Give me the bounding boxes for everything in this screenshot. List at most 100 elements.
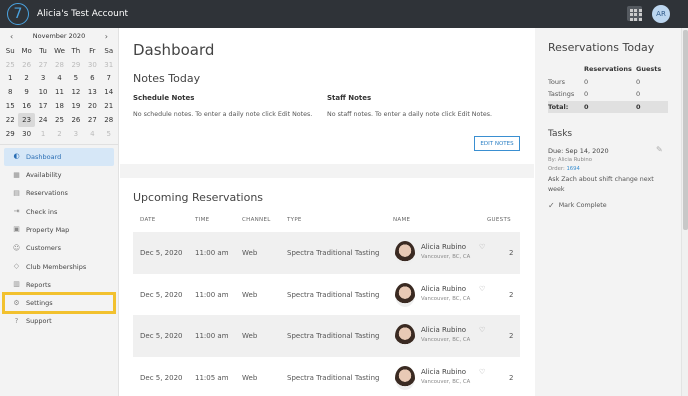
- main-content: Dashboard Notes Today Schedule Notes No …: [120, 28, 534, 396]
- calendar-day[interactable]: 25: [51, 113, 67, 127]
- reservation-guests: 2: [509, 249, 514, 257]
- reservation-type: Spectra Traditional Tasting: [287, 249, 380, 257]
- weekday-label: We: [54, 46, 65, 55]
- calendar-day[interactable]: 8: [2, 85, 18, 99]
- reservation-type: Spectra Traditional Tasting: [287, 374, 380, 382]
- calendar-day[interactable]: 27: [35, 58, 51, 72]
- reservation-row[interactable]: Dec 5, 2020 11:00 am Web Spectra Traditiona…: [133, 232, 520, 274]
- sidebar-nav: ◐ Dashboard ▦ Availability ▤ Reservations ⇥ Che…: [0, 143, 118, 331]
- mark-complete-button[interactable]: ✓ Mark Complete: [548, 201, 607, 210]
- calendar-day[interactable]: 11: [51, 85, 67, 99]
- col-type: TYPE: [287, 217, 302, 223]
- customers-icon: ☺: [12, 243, 21, 252]
- edit-notes-button[interactable]: EDIT NOTES: [474, 136, 520, 151]
- order-link[interactable]: 1694: [566, 166, 579, 172]
- next-month-button[interactable]: ›: [105, 32, 108, 41]
- app-logo[interactable]: 7: [7, 3, 29, 25]
- reservation-type: Spectra Traditional Tasting: [287, 332, 380, 340]
- calendar-day[interactable]: 2: [18, 72, 34, 86]
- guest-avatar: [395, 324, 415, 348]
- guest-name[interactable]: Alicia Rubino: [421, 368, 466, 376]
- calendar-day[interactable]: 23: [18, 112, 35, 127]
- calendar-day[interactable]: 26: [18, 58, 34, 72]
- reservation-row[interactable]: Dec 5, 2020 11:00 am Web Spectra Traditiona…: [133, 315, 520, 357]
- calendar-day[interactable]: 30: [18, 127, 34, 141]
- calendar-day[interactable]: 15: [2, 99, 18, 113]
- calendar-month-label: November 2020: [32, 32, 86, 40]
- reservation-row[interactable]: Dec 5, 2020 11:00 am Web Spectra Traditiona…: [133, 274, 520, 316]
- calendar-day[interactable]: 7: [101, 72, 117, 86]
- calendar-day[interactable]: 5: [68, 72, 84, 86]
- edit-task-pencil-icon[interactable]: ✎: [656, 145, 663, 154]
- sidebar-item-label: Property Map: [26, 225, 70, 234]
- sidebar-item-customers[interactable]: ☺ Customers: [4, 239, 114, 257]
- guest-name[interactable]: Alicia Rubino: [421, 285, 466, 293]
- guest-location: Vancouver, BC, CA: [421, 379, 471, 385]
- calendar-day[interactable]: 14: [101, 85, 117, 99]
- club-icon: ◇: [13, 262, 20, 270]
- prev-month-button[interactable]: ‹: [10, 32, 13, 41]
- sidebar-item-club-memberships[interactable]: ◇ Club Memberships: [4, 257, 114, 275]
- tasks-heading: Tasks: [548, 129, 573, 139]
- weekday-label: Sa: [104, 46, 114, 55]
- calendar-day[interactable]: 28: [101, 113, 117, 127]
- sidebar-item-label: Reports: [26, 280, 51, 289]
- sidebar-item-support[interactable]: ? Support: [4, 312, 114, 330]
- calendar-day[interactable]: 29: [68, 58, 84, 72]
- calendar-day[interactable]: 21: [101, 99, 117, 113]
- calendar-day[interactable]: 30: [84, 58, 100, 72]
- calendar-day[interactable]: 26: [68, 113, 84, 127]
- user-avatar[interactable]: AR: [652, 5, 670, 23]
- staff-notes-label: Staff Notes: [327, 94, 372, 102]
- calendar-day[interactable]: 12: [68, 85, 84, 99]
- sidebar-item-reports[interactable]: ▥ Reports: [4, 276, 114, 294]
- sidebar-item-label: Support: [26, 317, 52, 326]
- guest-location: Vancouver, BC, CA: [421, 337, 471, 343]
- calendar-day[interactable]: 4: [84, 127, 100, 141]
- sidebar-item-label: Check ins: [26, 207, 58, 216]
- col-time: TIME: [195, 217, 210, 223]
- calendar-day[interactable]: 1: [2, 72, 18, 86]
- calendar-day[interactable]: 20: [84, 99, 100, 113]
- sidebar-item-availability[interactable]: ▦ Availability: [4, 166, 114, 184]
- calendar-day[interactable]: 17: [35, 99, 51, 113]
- guest-name[interactable]: Alicia Rubino: [421, 326, 466, 334]
- calendar-day[interactable]: 18: [51, 99, 67, 113]
- calendar-day[interactable]: 3: [35, 72, 51, 86]
- calendar-day[interactable]: 25: [2, 58, 18, 72]
- calendar-day[interactable]: 2: [51, 127, 67, 141]
- reservation-date: Dec 5, 2020: [140, 291, 183, 299]
- calendar-day[interactable]: 19: [68, 99, 84, 113]
- calendar-day[interactable]: 9: [18, 85, 34, 99]
- weekday-label: Tu: [39, 46, 47, 55]
- calendar-day[interactable]: 5: [101, 127, 117, 141]
- calendar-day[interactable]: 27: [84, 113, 100, 127]
- calendar-day[interactable]: 22: [2, 113, 18, 127]
- top-bar: 7 Alicia's Test Account AR: [0, 0, 688, 28]
- calendar-day[interactable]: 16: [18, 99, 34, 113]
- sidebar-item-reservations[interactable]: ▤ Reservations: [4, 184, 114, 202]
- sidebar-item-check-ins[interactable]: ⇥ Check ins: [4, 202, 114, 220]
- calendar-day[interactable]: 6: [84, 72, 100, 86]
- page-scrollbar[interactable]: [681, 28, 688, 396]
- weekday-label: Su: [5, 46, 15, 55]
- sidebar-item-dashboard[interactable]: ◐ Dashboard: [4, 147, 114, 166]
- calendar-day[interactable]: 29: [2, 127, 18, 141]
- calendar-day[interactable]: 24: [35, 113, 51, 127]
- sidebar-item-settings[interactable]: ⚙ Settings: [2, 291, 116, 315]
- calendar-day[interactable]: 4: [51, 72, 67, 86]
- sidebar-item-property-map[interactable]: ▣ Property Map: [4, 221, 114, 239]
- reservations-today-heading: Reservations Today: [548, 41, 655, 54]
- reservation-row[interactable]: Dec 5, 2020 11:05 am Web Spectra Traditiona…: [133, 357, 520, 396]
- apps-grid-icon[interactable]: [627, 6, 642, 21]
- scrollbar-thumb[interactable]: [683, 30, 688, 230]
- calendar-day[interactable]: 31: [101, 58, 117, 72]
- calendar-day[interactable]: 28: [51, 58, 67, 72]
- guest-name[interactable]: Alicia Rubino: [421, 243, 466, 251]
- reservation-time: 11:00 am: [195, 291, 229, 299]
- calendar-day[interactable]: 1: [35, 127, 51, 141]
- calendar-day[interactable]: 13: [84, 85, 100, 99]
- reservation-date: Dec 5, 2020: [140, 374, 183, 382]
- calendar-day[interactable]: 10: [35, 85, 51, 99]
- calendar-day[interactable]: 3: [68, 127, 84, 141]
